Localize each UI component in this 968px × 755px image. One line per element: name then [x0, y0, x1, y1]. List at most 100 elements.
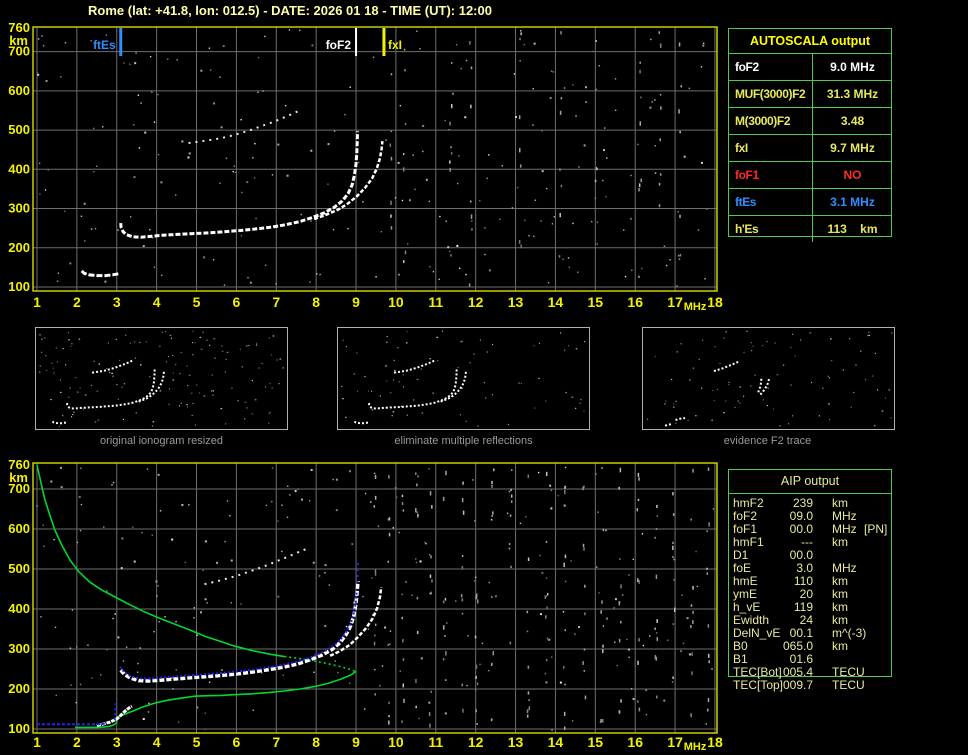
x-tick-label: 5: [193, 734, 201, 750]
aip-table-rows: hmF2 239 km foF2 09.0 MHz foF1 00.0 MHz [PN] hmF1-…: [728, 497, 898, 697]
x-tick-label: 6: [233, 294, 241, 310]
caption-f2-evidence: evidence F2 trace: [723, 435, 812, 447]
y-tick-label: 100: [8, 279, 30, 294]
y-tick-label: 200: [8, 681, 30, 696]
parameter-value: 113 km: [812, 216, 892, 242]
x-axis-unit-label: MHz: [684, 741, 707, 753]
aip-row-b0: B0 065.0 km: [728, 640, 898, 653]
y-tick-label: 500: [8, 122, 30, 137]
series-profile-topside: [36, 464, 285, 658]
x-tick-label: 1: [33, 294, 41, 310]
autoscala-table-rows: foF2 9.0 MHz MUF(3000)F2 31.3 MHz M(3000)F2 3…: [729, 53, 891, 242]
x-tick-label: 7: [272, 294, 280, 310]
caption-eliminate-multiples: eliminate multiple reflections: [394, 435, 533, 447]
x-tick-label: 1: [33, 734, 41, 750]
x-axis-unit-label: MHz: [684, 301, 707, 313]
parameter-label: h'Es: [735, 222, 759, 236]
parameter-label: foF2: [735, 60, 759, 74]
mini-series-x-mode-trace: [440, 371, 467, 403]
autoscala-row-ftes: ftEs 3.1 MHz: [729, 188, 891, 215]
autoscala-table-header: AUTOSCALA output: [749, 34, 871, 48]
parameter-unit: km: [832, 535, 848, 549]
caption-original-ionogram: original ionogram resized: [100, 435, 223, 447]
series-second-hop-echo: [204, 547, 309, 586]
y-tick-label: 600: [8, 83, 30, 98]
parameter-label: ftEs: [735, 195, 757, 209]
autoscala-row-hes: h'Es 113 km: [729, 215, 891, 242]
parameter-label: foF1: [735, 168, 759, 182]
parameter-value: 9.0 MHz: [812, 54, 892, 80]
autoscala-row-fxi: fxI 9.7 MHz: [729, 134, 891, 161]
mini-series-hop2-fragment: [713, 360, 740, 373]
x-tick-label: 7: [272, 734, 280, 750]
series-second-hop-echo: [188, 110, 299, 144]
y-tick-label: 100: [8, 721, 30, 736]
mini-series-es-fragment: [664, 422, 673, 427]
mini-ionogram-f2-trace: [647, 330, 893, 427]
mini-series-x-mode-trace: [138, 371, 165, 403]
parameter-unit: km: [832, 639, 848, 653]
x-tick-label: 11: [428, 294, 443, 310]
autoscala-output-table: AUTOSCALA output foF2 9.0 MHz MUF(3000)F2 3…: [728, 28, 892, 242]
marker-label-foF2: foF2: [326, 38, 352, 52]
mini-series-o-fragment: [757, 377, 763, 393]
mini-series-Es-trace: [51, 420, 67, 425]
parameter-label: fxI: [735, 141, 748, 155]
panel-eliminate-multiples: [337, 327, 590, 430]
mini-series-Es-trace: [353, 420, 369, 425]
parameter-value: 9.7 MHz: [812, 135, 892, 161]
y-tick-label: 600: [8, 521, 30, 536]
x-tick-label: 4: [153, 734, 161, 750]
series-fitted-F-trace: [119, 589, 358, 680]
parameter-value: 31.3 MHz: [812, 81, 892, 107]
x-tick-label: 4: [153, 294, 161, 310]
parameter-label: MUF(3000)F2: [735, 87, 806, 101]
series-fitted-asymptote: [356, 559, 359, 584]
mini-series-f-start-blob: [675, 417, 686, 421]
x-tick-label: 10: [388, 734, 404, 750]
x-tick-label: 3: [113, 734, 121, 750]
autoscala-row-muf3000f2: MUF(3000)F2 31.3 MHz: [729, 80, 891, 107]
mini-series-o-mode-trace: [368, 368, 458, 410]
parameter-value: 3.1 MHz: [812, 189, 892, 215]
aip-row-tectop: TEC[Top] 009.7 TECU: [728, 679, 898, 692]
y-tick-label: 500: [8, 561, 30, 576]
x-tick-label: 17: [667, 734, 683, 750]
x-tick-label: 8: [312, 294, 320, 310]
y-tick-label: 200: [8, 240, 30, 255]
aip-row-d1: D1 00.0: [728, 549, 898, 562]
x-tick-label: 18: [707, 734, 723, 750]
mini-ionogram-original: [39, 330, 284, 427]
x-tick-label: 17: [667, 294, 683, 310]
parameter-value: NO: [812, 162, 892, 188]
x-tick-label: 9: [352, 734, 360, 750]
x-tick-label: 11: [428, 734, 443, 750]
mini-series-second-hop-echo: [393, 359, 436, 374]
y-tick-label: 300: [8, 201, 30, 216]
aip-row-hmf1: hmF1 --- km: [728, 536, 898, 549]
y-axis-unit-label: km: [9, 470, 28, 485]
x-tick-label: 13: [508, 294, 524, 310]
parameter-label: M(3000)F2: [735, 114, 791, 128]
mini-ionogram-cleaned: [341, 330, 586, 427]
x-tick-label: 6: [233, 734, 241, 750]
autoscala-row-fof2: foF2 9.0 MHz: [729, 53, 891, 80]
y-tick-label: 300: [8, 641, 30, 656]
marker-label-fxI: fxI: [388, 38, 402, 52]
series-Es-trace: [96, 704, 133, 727]
panel-original-ionogram: [35, 327, 288, 430]
parameter-value: 3.48: [812, 108, 892, 134]
marker-label-ftEs: ftEs: [93, 38, 116, 52]
x-tick-label: 16: [627, 294, 643, 310]
x-tick-label: 16: [627, 734, 643, 750]
x-tick-label: 14: [548, 294, 564, 310]
x-tick-label: 12: [468, 294, 484, 310]
x-tick-label: 8: [312, 734, 320, 750]
parameter-unit: TECU: [832, 678, 865, 692]
aip-row-delnve: DelN_vE 00.1 m^(-3): [728, 627, 898, 640]
x-tick-label: 15: [588, 294, 604, 310]
panel-f2-evidence: [642, 327, 895, 430]
x-tick-label: 13: [508, 734, 524, 750]
series-fitted-E-top: [113, 700, 117, 721]
parameter-note: [PN]: [864, 522, 888, 536]
